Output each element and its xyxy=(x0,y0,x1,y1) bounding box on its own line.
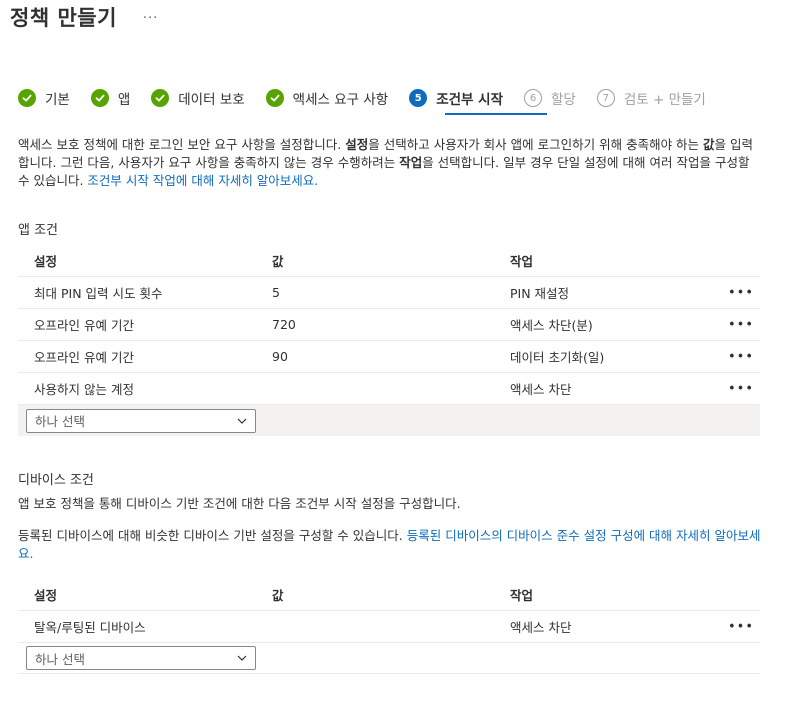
step-label: 기본 xyxy=(45,92,70,108)
step-label: 데이터 보호 xyxy=(178,92,245,108)
app-conditions-table: 설정 값 작업 최대 PIN 입력 시도 횟수 5 PIN 재설정 ••• 오프… xyxy=(18,245,760,436)
row-action: 액세스 차단 xyxy=(510,620,572,635)
row-setting: 사용하지 않는 계정 xyxy=(34,382,134,397)
row-value: 5 xyxy=(272,285,280,300)
app-conditions-title: 앱 조건 xyxy=(18,223,59,238)
more-options-icon[interactable]: ··· xyxy=(143,11,158,26)
table-header: 설정 값 작업 xyxy=(18,579,760,611)
device-conditions-description: 앱 보호 정책을 통해 디바이스 기반 조건에 대한 다음 조건부 시작 설정을… xyxy=(18,496,461,511)
check-icon xyxy=(18,89,36,107)
chevron-down-icon xyxy=(237,655,247,661)
step-label: 조건부 시작 xyxy=(436,92,504,108)
step-number-badge: 6 xyxy=(524,89,543,107)
table-row[interactable]: 오프라인 유예 기간 720 액세스 차단(분) ••• xyxy=(18,309,760,341)
device-conditions-title: 디바이스 조건 xyxy=(18,473,94,488)
row-value: 90 xyxy=(272,349,288,364)
header-action: 작업 xyxy=(510,254,534,269)
learn-more-link[interactable]: 조건부 시작 작업에 대해 자세히 알아보세요. xyxy=(87,173,318,188)
header-action: 작업 xyxy=(510,588,534,603)
row-more-icon[interactable]: ••• xyxy=(728,381,754,396)
step-assignments[interactable]: 6 할당 xyxy=(524,88,576,108)
check-icon xyxy=(151,89,170,107)
page-title: 정책 만들기 xyxy=(10,6,117,30)
current-step-indicator xyxy=(445,113,547,115)
setting-dropdown[interactable]: 하나 선택 xyxy=(26,408,256,433)
step-data-protection[interactable]: 데이터 보호 xyxy=(151,88,245,108)
step-label: 앱 xyxy=(117,92,131,108)
dropdown-placeholder: 하나 선택 xyxy=(35,414,85,429)
wizard-steps: 기본 앱 데이터 보호 액세스 요구 사항 5 조건부 시작 6 할당 7 검토… xyxy=(18,86,706,110)
add-setting-row: 하나 선택 xyxy=(18,405,760,436)
row-setting: 오프라인 유예 기간 xyxy=(34,350,134,365)
step-access-requirements[interactable]: 액세스 요구 사항 xyxy=(265,88,389,108)
row-more-icon[interactable]: ••• xyxy=(728,285,754,300)
chevron-down-icon xyxy=(237,418,247,424)
table-row[interactable]: 최대 PIN 입력 시도 횟수 5 PIN 재설정 ••• xyxy=(18,277,760,309)
step-label: 검토 + 만들기 xyxy=(623,92,706,108)
row-more-icon[interactable]: ••• xyxy=(728,619,754,634)
table-row[interactable]: 오프라인 유예 기간 90 데이터 초기화(일) ••• xyxy=(18,341,760,373)
table-header: 설정 값 작업 xyxy=(18,245,760,277)
header-value: 값 xyxy=(272,588,284,603)
row-setting: 최대 PIN 입력 시도 횟수 xyxy=(34,286,163,301)
header-value: 값 xyxy=(272,254,284,269)
add-setting-row: 하나 선택 xyxy=(18,643,760,674)
row-action: PIN 재설정 xyxy=(510,286,570,301)
dropdown-placeholder: 하나 선택 xyxy=(35,651,85,667)
row-action: 데이터 초기화(일) xyxy=(510,350,605,365)
step-apps[interactable]: 앱 xyxy=(90,88,131,108)
setting-dropdown[interactable]: 하나 선택 xyxy=(26,646,256,670)
title-row: 정책 만들기 ··· xyxy=(10,2,158,32)
row-more-icon[interactable]: ••• xyxy=(728,317,754,332)
step-label: 할당 xyxy=(551,92,576,108)
header-setting: 설정 xyxy=(34,588,58,603)
table-row[interactable]: 탈옥/루팅된 디바이스 액세스 차단 ••• xyxy=(18,611,760,643)
header-setting: 설정 xyxy=(34,254,58,269)
step-number-badge: 7 xyxy=(596,89,615,107)
step-conditional-launch[interactable]: 5 조건부 시작 xyxy=(409,88,503,108)
row-more-icon[interactable]: ••• xyxy=(728,349,754,364)
step-label: 액세스 요구 사항 xyxy=(292,92,389,108)
step-basics[interactable]: 기본 xyxy=(18,88,70,108)
step-number-badge: 5 xyxy=(409,89,428,107)
intro-description: 액세스 보호 정책에 대한 로그인 보안 요구 사항을 설정합니다. 설정을 선… xyxy=(18,137,754,188)
device-conditions-note: 등록된 디바이스에 대해 비슷한 디바이스 기반 설정을 구성할 수 있습니다.… xyxy=(18,528,761,561)
row-value: 720 xyxy=(272,317,296,332)
table-row[interactable]: 사용하지 않는 계정 액세스 차단 ••• xyxy=(18,373,760,405)
row-action: 액세스 차단 xyxy=(510,382,572,397)
device-conditions-table: 설정 값 작업 탈옥/루팅된 디바이스 액세스 차단 ••• 하나 선택 xyxy=(18,579,760,674)
row-setting: 탈옥/루팅된 디바이스 xyxy=(34,620,146,635)
check-icon xyxy=(90,89,109,107)
row-setting: 오프라인 유예 기간 xyxy=(34,318,134,333)
row-action: 액세스 차단(분) xyxy=(510,318,593,333)
step-review-create[interactable]: 7 검토 + 만들기 xyxy=(596,88,706,108)
check-icon xyxy=(265,89,284,107)
